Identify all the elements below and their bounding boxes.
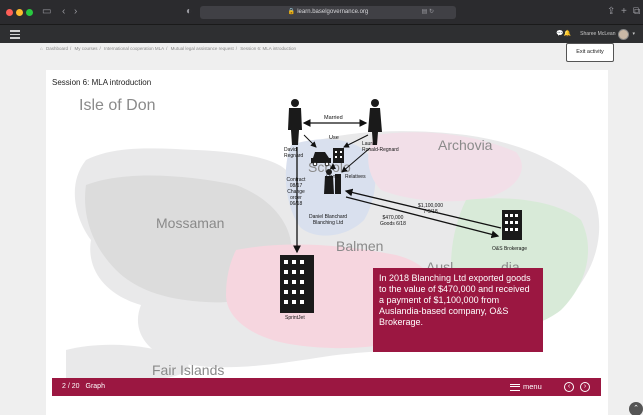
close-window-button[interactable] [6,9,13,16]
section-label: Graph [85,383,105,390]
married-label: Married [324,115,343,121]
person-david-icon [288,99,302,145]
region-label-mossaman: Mossaman [156,215,224,231]
daniel-name-label: Daniel Blanchard Blanching Ltd [309,214,348,226]
menu-button[interactable]: menu [510,378,542,396]
lock-icon: 🔒 [287,9,296,15]
player-controls: 2 / 20 Graph menu ‹ › [52,378,601,396]
goods-label: $470,000 Goods 6/18 [380,215,406,227]
owns-label: Owns [326,174,339,180]
activity-card: Session 6: MLA introduction Isle of Don … [46,70,608,415]
os-brokerage-building-icon [502,210,522,240]
sprintjet-building-icon [280,255,314,313]
reader-icon[interactable]: ▤ ↻ [422,6,434,19]
region-label-balmen: Balmen [336,238,383,254]
avatar[interactable] [618,28,630,40]
region-label-fair-islands: Fair Islands [152,362,224,378]
use-label: Use [329,135,339,141]
previous-slide-button[interactable]: ‹ [564,382,574,392]
chat-icon[interactable]: 💬🔔 [556,28,571,40]
breadcrumb-item[interactable]: International cooperation MLA [104,46,164,51]
privacy-shield-icon[interactable]: ◐ [186,5,192,19]
minimize-window-button[interactable] [16,9,23,16]
hamburger-menu-icon[interactable] [10,30,20,39]
back-icon[interactable]: ‹ [62,5,65,19]
page-counter: 2 / 20 [62,383,80,390]
david-name-label: David Regnard [284,147,304,159]
sidebar-icon[interactable]: ▭ [42,5,51,19]
region-label-archovia: Archovia [438,137,493,153]
menu-label: menu [523,382,542,391]
chevron-down-icon[interactable]: ▾ [632,28,635,40]
breadcrumb-item[interactable]: Session 6: MLA introduction [240,46,296,51]
next-slide-button[interactable]: › [580,382,590,392]
contract-label: Contract 08/17 Change order 06/18 [286,177,306,207]
house-icon [333,148,344,163]
new-tab-icon[interactable]: + [621,5,627,19]
sprintjet-label: SprintJet [285,315,305,321]
payment-label: $1,100,000 7-9/18 [418,203,444,215]
forward-icon[interactable]: › [74,5,77,19]
tabs-overview-icon[interactable]: ⧉ [633,5,640,19]
os-brokerage-label: O&S Brokerage [492,246,528,252]
region-label-isle-of-don: Isle of Don [79,97,155,114]
session-title: Session 6: MLA introduction [52,78,152,87]
zoom-window-button[interactable] [26,9,33,16]
menu-icon [510,383,520,391]
browser-toolbar: ▭ ‹ › ◐ 🔒 learn.baselgovernance.org ▤ ↻ ⇪… [0,0,643,25]
home-icon[interactable]: ⌂ [40,46,43,51]
user-menu[interactable]: 💬🔔 Sharee McLean ▾ [556,28,635,40]
user-name: Sharee McLean [580,31,616,37]
exit-activity-button[interactable]: Exit activity [566,43,614,62]
url-text: learn.baselgovernance.org [297,9,369,15]
address-bar[interactable]: 🔒 learn.baselgovernance.org ▤ ↻ [200,6,456,19]
relatives-label: Relatives [345,174,366,180]
breadcrumb-item[interactable]: Mutual legal assistance request [171,46,234,51]
laura-name-label: Laura Ronald-Regnard [362,141,399,153]
breadcrumb-item[interactable]: My courses [75,46,98,51]
app-header: 💬🔔 Sharee McLean ▾ [0,25,643,43]
breadcrumb-item[interactable]: Dashboard [46,46,68,51]
share-icon[interactable]: ⇪ [607,5,615,19]
info-callout: In 2018 Blanching Ltd exported goods to … [373,268,543,352]
scroll-to-top-button[interactable]: ⌃ [629,402,643,415]
breadcrumb: ⌂ Dashboard / My courses / International c… [40,46,297,51]
